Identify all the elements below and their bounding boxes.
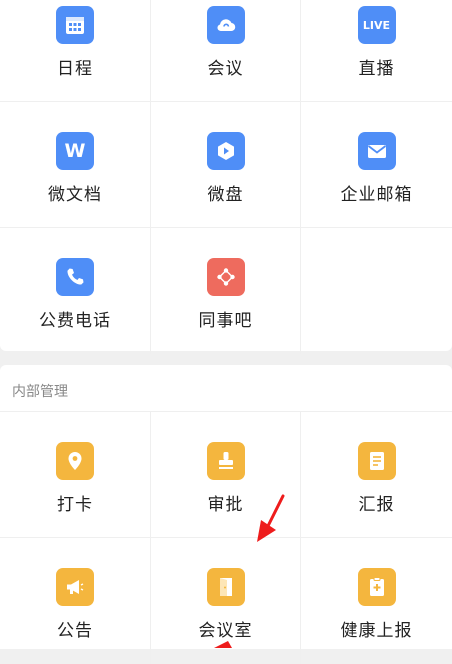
app-report[interactable]: 汇报 [301,412,452,538]
app-weidrive[interactable]: 微盘 [151,102,301,228]
app-check-in[interactable]: 打卡 [0,412,151,538]
app-label: 公告 [57,621,93,641]
document-w-icon-text: W [64,140,86,162]
app-label: 微文档 [48,185,102,205]
apps-grid: 日程 会议 LIVE 直播 W 微文档 微盘 企业邮箱 公费电话 同事吧 [0,0,452,354]
drive-icon [206,132,245,170]
app-label: 汇报 [358,495,395,515]
app-live[interactable]: LIVE 直播 [301,0,452,102]
app-label: 会议室 [198,621,253,641]
stamp-icon [206,442,245,480]
door-icon [206,568,245,606]
annotation-arrow-tail-icon [214,641,232,648]
app-colleague-bar[interactable]: 同事吧 [151,228,301,354]
internal-grid: 打卡 审批 汇报 公告 会议室 健康上报 [0,411,452,664]
app-meeting[interactable]: 会议 [151,0,301,102]
live-icon: LIVE [357,6,396,44]
app-label: 同事吧 [198,311,253,331]
megaphone-icon [56,568,94,606]
app-announcement[interactable]: 公告 [0,538,151,664]
app-weidoc[interactable]: W 微文档 [0,102,151,228]
mail-icon [357,132,396,170]
app-label: 微盘 [207,185,244,205]
app-mail[interactable]: 企业邮箱 [301,102,452,228]
internal-management-card: 内部管理 打卡 审批 汇报 公告 会议室 健康上报 [0,365,452,664]
document-w-icon: W [56,132,94,170]
cloud-meeting-icon [206,6,245,44]
empty-cell [301,228,452,354]
app-label: 日程 [57,59,93,79]
app-label: 企业邮箱 [340,185,413,205]
apps-card: 日程 会议 LIVE 直播 W 微文档 微盘 企业邮箱 公费电话 同事吧 [0,0,452,354]
app-label: 健康上报 [340,621,413,641]
app-schedule[interactable]: 日程 [0,0,151,102]
app-label: 直播 [358,59,395,79]
health-report-icon [357,568,396,606]
section-title: 内部管理 [12,384,68,400]
phone-icon [56,258,94,296]
app-public-phone[interactable]: 公费电话 [0,228,151,354]
location-pin-icon [56,442,94,480]
app-label: 打卡 [57,495,93,515]
report-icon [357,442,396,480]
app-label: 公费电话 [39,311,111,331]
annotation-arrow-icon [257,494,285,542]
app-health-report[interactable]: 健康上报 [301,538,452,664]
live-icon-text: LIVE [362,18,391,32]
calendar-icon [56,6,94,44]
colleague-bar-icon [206,258,245,296]
app-label: 会议 [207,59,244,79]
